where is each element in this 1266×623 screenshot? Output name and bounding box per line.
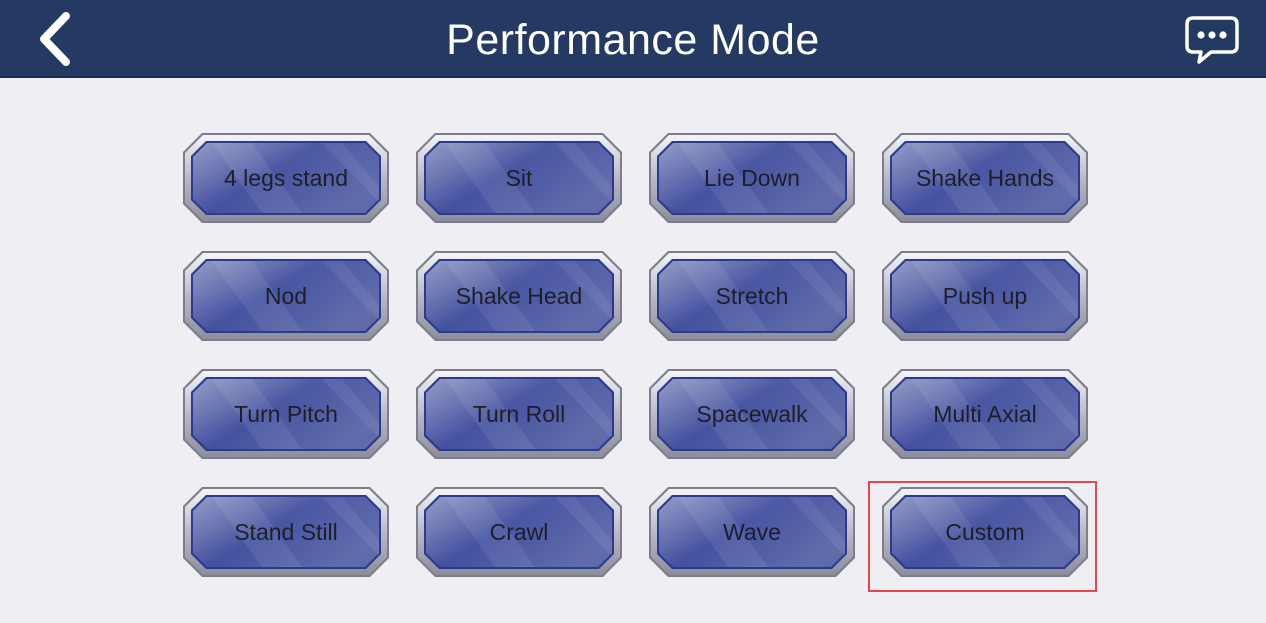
mode-button-label: Wave: [723, 519, 781, 545]
mode-button-4-legs-stand[interactable]: 4 legs stand: [182, 132, 390, 224]
mode-button-label: Crawl: [489, 519, 549, 545]
mode-button-crawl[interactable]: Crawl: [415, 486, 623, 578]
mode-button-custom[interactable]: Custom: [881, 486, 1089, 578]
mode-button-label: Shake Head: [455, 283, 583, 309]
mode-button-shake-head[interactable]: Shake Head: [415, 250, 623, 342]
mode-button-multi-axial[interactable]: Multi Axial: [881, 368, 1089, 460]
mode-button-lie-down[interactable]: Lie Down: [648, 132, 856, 224]
mode-button-turn-roll[interactable]: Turn Roll: [415, 368, 623, 460]
page-title: Performance Mode: [446, 16, 820, 64]
mode-button-label: Turn Roll: [472, 401, 566, 427]
mode-button-label: Spacewalk: [696, 401, 808, 427]
mode-button-sit[interactable]: Sit: [415, 132, 623, 224]
mode-button-label: Custom: [945, 519, 1025, 545]
mode-button-label: Lie Down: [704, 165, 800, 191]
mode-button-label: Turn Pitch: [234, 401, 338, 427]
mode-grid: 4 legs stand Sit Lie Down Shake Hands No…: [182, 132, 1088, 580]
mode-button-label: Stretch: [715, 283, 789, 309]
mode-button-push-up[interactable]: Push up: [881, 250, 1089, 342]
mode-button-label: Multi Axial: [933, 401, 1037, 427]
mode-button-nod[interactable]: Nod: [182, 250, 390, 342]
chat-button[interactable]: [1184, 14, 1240, 66]
top-bar: Performance Mode: [0, 0, 1266, 78]
mode-button-stand-still[interactable]: Stand Still: [182, 486, 390, 578]
mode-button-turn-pitch[interactable]: Turn Pitch: [182, 368, 390, 460]
mode-button-label: 4 legs stand: [223, 165, 349, 191]
mode-button-stretch[interactable]: Stretch: [648, 250, 856, 342]
chat-bubble-icon: [1185, 16, 1239, 64]
mode-button-label: Nod: [264, 283, 308, 309]
mode-button-label: Push up: [942, 283, 1028, 309]
mode-button-spacewalk[interactable]: Spacewalk: [648, 368, 856, 460]
mode-button-wave[interactable]: Wave: [648, 486, 856, 578]
mode-button-shake-hands[interactable]: Shake Hands: [881, 132, 1089, 224]
mode-button-label: Stand Still: [234, 519, 338, 545]
mode-button-label: Sit: [505, 165, 533, 191]
mode-button-label: Shake Hands: [915, 165, 1055, 191]
